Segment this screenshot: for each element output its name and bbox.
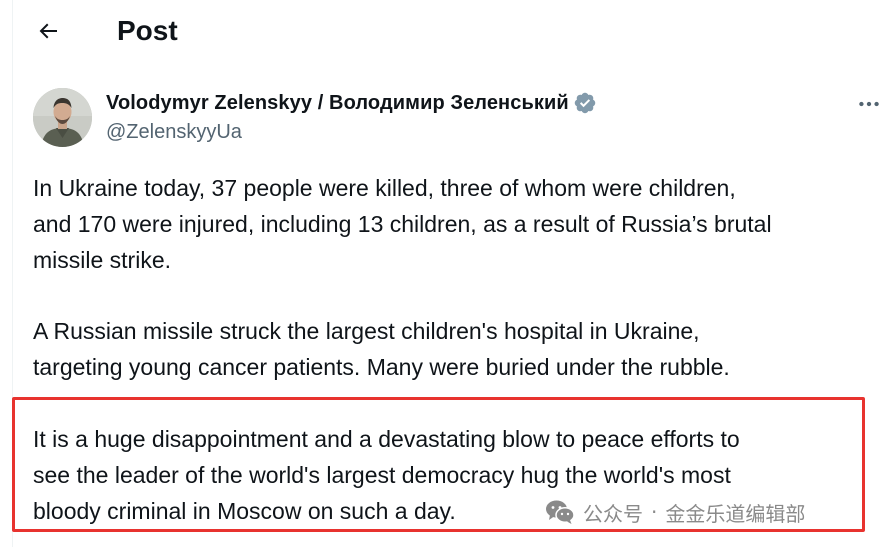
avatar[interactable] bbox=[33, 88, 92, 147]
arrow-left-icon bbox=[39, 23, 57, 39]
author-handle[interactable]: @ZelenskyyUa bbox=[106, 119, 597, 145]
back-button[interactable] bbox=[30, 13, 66, 49]
post-header: Post bbox=[0, 0, 888, 62]
post-paragraph-1: In Ukraine today, 37 people were killed,… bbox=[33, 175, 772, 273]
author-name[interactable]: Volodymyr Zelenskyy / Володимир Зеленськ… bbox=[106, 92, 569, 115]
watermark-label: 公众号 bbox=[583, 501, 643, 526]
more-options-button[interactable] bbox=[853, 88, 885, 120]
avatar-image bbox=[33, 88, 92, 147]
watermark-account: 金金乐道编辑部 bbox=[665, 501, 806, 526]
wechat-icon bbox=[546, 500, 575, 524]
author-info: Volodymyr Zelenskyy / Володимир Зеленськ… bbox=[106, 89, 597, 145]
watermark: 公众号 · 金金乐道编辑部 bbox=[545, 497, 805, 527]
more-dots-icon bbox=[859, 101, 879, 107]
post-paragraph-2: A Russian missile struck the largest chi… bbox=[33, 318, 730, 380]
watermark-separator: · bbox=[651, 500, 658, 524]
page-title: Post bbox=[117, 15, 178, 46]
verified-badge-icon[interactable] bbox=[573, 91, 597, 115]
